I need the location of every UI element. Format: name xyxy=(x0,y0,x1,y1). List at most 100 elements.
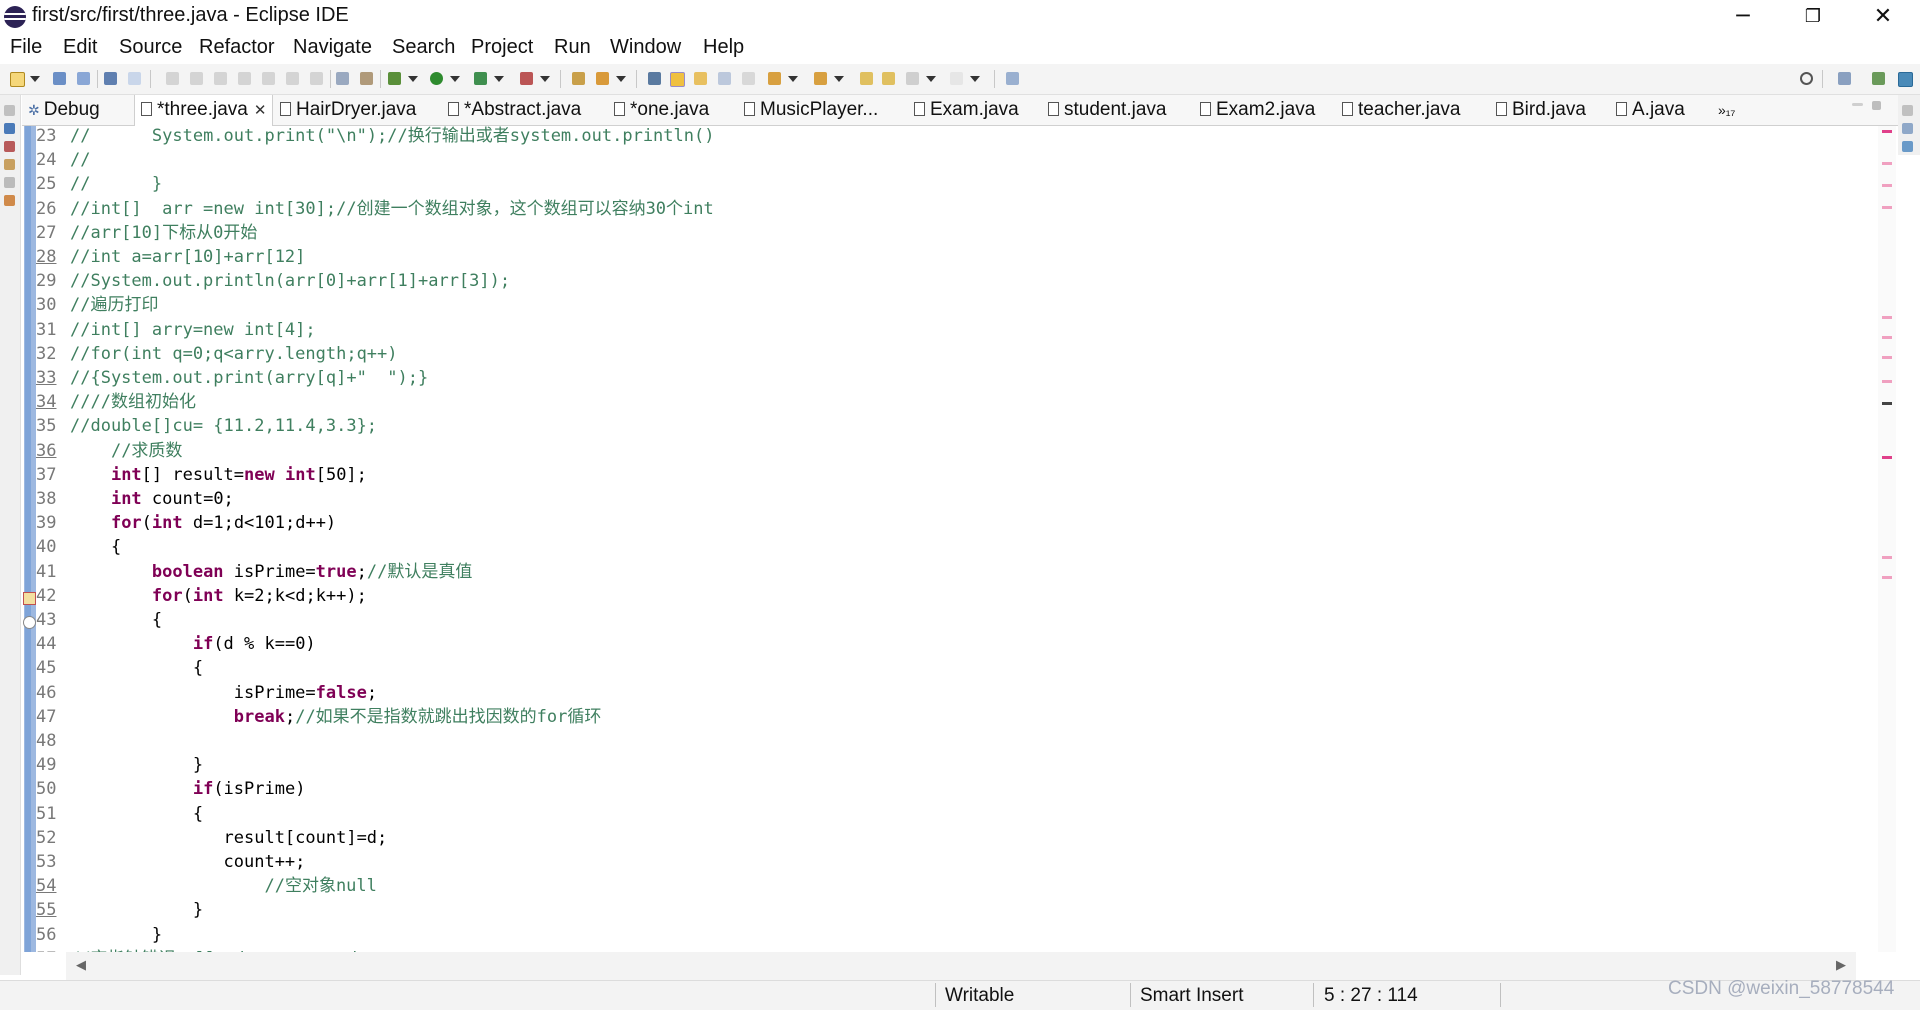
code-line[interactable]: // } xyxy=(70,172,162,196)
menu-file[interactable]: File xyxy=(10,36,42,59)
previous-annotation-dropdown-icon[interactable] xyxy=(834,76,844,82)
package-explorer-icon[interactable] xyxy=(4,123,15,134)
tab-exam-java[interactable]: Exam.java xyxy=(914,95,1019,125)
tab-bird-java[interactable]: Bird.java xyxy=(1496,95,1586,125)
code-line[interactable]: // System.out.print("\n");//换行输出或者system… xyxy=(70,126,714,148)
expressions-icon[interactable] xyxy=(1902,123,1913,134)
overview-marker[interactable] xyxy=(1882,206,1892,209)
terminate-icon[interactable] xyxy=(214,72,227,85)
tab-exam2-java[interactable]: Exam2.java xyxy=(1200,95,1315,125)
previous-annotation-icon[interactable] xyxy=(814,72,827,85)
tab-a-java[interactable]: A.java xyxy=(1616,95,1685,125)
forward-dropdown-icon[interactable] xyxy=(970,76,980,82)
code-line[interactable]: //空对象null xyxy=(70,874,376,898)
menu-navigate[interactable]: Navigate xyxy=(293,36,372,59)
external-tools-dropdown-icon[interactable] xyxy=(540,76,550,82)
next-annotation-icon[interactable] xyxy=(768,72,781,85)
block-selection-icon[interactable] xyxy=(718,72,731,85)
suspend-icon[interactable] xyxy=(190,72,203,85)
breakpoints-icon[interactable] xyxy=(4,141,15,152)
menu-refactor[interactable]: Refactor xyxy=(199,36,275,59)
pin-editor-icon[interactable] xyxy=(1006,72,1019,85)
code-line[interactable]: int[] result=new int[50]; xyxy=(70,463,367,487)
skip-breakpoints-icon[interactable] xyxy=(128,72,141,85)
new-dropdown-icon[interactable] xyxy=(30,76,40,82)
forward-icon[interactable] xyxy=(950,72,963,85)
back-dropdown-icon[interactable] xyxy=(926,76,936,82)
code-line[interactable]: int count=0; xyxy=(70,487,234,511)
code-line[interactable]: count++; xyxy=(70,850,306,874)
code-line[interactable]: for(int k=2;k<d;k++); xyxy=(70,584,367,608)
code-line[interactable]: //int[] arr =new int[30];//创建一个数组对象，这个数组… xyxy=(70,197,714,221)
tab-hairdryer-java[interactable]: HairDryer.java xyxy=(280,95,416,125)
code-line[interactable]: } xyxy=(70,753,203,777)
back-icon[interactable] xyxy=(882,72,895,85)
overview-marker[interactable] xyxy=(1882,576,1892,579)
search-dropdown-icon[interactable] xyxy=(616,76,626,82)
code-line[interactable]: //for(int q=0;q<arry.length;q++) xyxy=(70,342,398,366)
step-into-icon[interactable] xyxy=(262,72,275,85)
new-icon[interactable] xyxy=(10,72,25,87)
menu-search[interactable]: Search xyxy=(392,36,455,59)
overview-error-marker[interactable] xyxy=(1882,456,1892,459)
code-line[interactable]: //arr[10]下标从0开始 xyxy=(70,221,257,245)
tab-student-java[interactable]: student.java xyxy=(1048,95,1166,125)
java-perspective-icon[interactable] xyxy=(1872,72,1885,85)
run-icon[interactable] xyxy=(430,72,443,85)
cursor-position-status[interactable]: 5 : 27 : 114 xyxy=(1324,982,1418,1009)
open-perspective-icon[interactable] xyxy=(1838,72,1851,85)
insert-mode-status[interactable]: Smart Insert xyxy=(1140,982,1243,1009)
code-line[interactable]: result[count]=d; xyxy=(70,826,388,850)
overview-error-marker[interactable] xyxy=(1882,130,1892,133)
code-line[interactable]: if(d % k==0) xyxy=(70,632,316,656)
disconnect-icon[interactable] xyxy=(238,72,251,85)
use-step-filters-icon[interactable] xyxy=(360,72,373,85)
code-line[interactable]: ////数组初始化 xyxy=(70,390,196,414)
debug-run-icon[interactable] xyxy=(388,72,401,85)
next-annotation-dropdown-icon[interactable] xyxy=(788,76,798,82)
word-wrap-icon[interactable] xyxy=(694,72,707,85)
code-line[interactable]: } xyxy=(70,923,162,947)
overview-marker[interactable] xyxy=(1882,556,1892,559)
code-editor[interactable]: 23 24 25 26 27 28 29 30 31 32 33 34 35 36 37 38 39 40 41 42… xyxy=(22,126,1896,952)
code-line[interactable]: { xyxy=(70,608,162,632)
code-line[interactable]: // xyxy=(70,148,90,172)
code-line[interactable]: boolean isPrime=true;//默认是真值 xyxy=(70,560,472,584)
code-line[interactable]: //int a=arr[10]+arr[12] xyxy=(70,245,305,269)
run-dropdown-icon[interactable] xyxy=(450,76,460,82)
tab-abstract-java[interactable]: *Abstract.java xyxy=(448,95,581,125)
overview-ruler[interactable] xyxy=(1878,126,1896,952)
save-all-icon[interactable] xyxy=(77,72,90,85)
code-line[interactable]: for(int d=1;d<101;d++) xyxy=(70,511,336,535)
tab-three-java[interactable]: *three.java ✕ xyxy=(134,95,274,126)
open-console-icon[interactable] xyxy=(336,72,349,85)
overview-marker[interactable] xyxy=(1882,184,1892,187)
search-tool-icon[interactable] xyxy=(596,72,609,85)
minimize-editor-icon[interactable] xyxy=(1852,103,1863,106)
toggle-breadcrumb-icon[interactable] xyxy=(648,72,661,85)
overview-marker[interactable] xyxy=(1882,356,1892,359)
scroll-right-icon[interactable]: ▶ xyxy=(1836,958,1846,973)
code-line[interactable]: //int[] arry=new int[4]; xyxy=(70,318,316,342)
code-line[interactable]: { xyxy=(70,656,203,680)
code-line[interactable]: //遍历打印 xyxy=(70,293,158,317)
overview-marker[interactable] xyxy=(1882,162,1892,165)
tab-one-java[interactable]: *one.java xyxy=(614,95,709,125)
menu-edit[interactable]: Edit xyxy=(63,36,97,59)
debug-dropdown-icon[interactable] xyxy=(408,76,418,82)
print-icon[interactable] xyxy=(104,72,117,85)
last-edit-location-icon[interactable] xyxy=(860,72,873,85)
tab-teacher-java[interactable]: teacher.java xyxy=(1342,95,1460,125)
code-line[interactable]: //{System.out.print(arry[q]+" ");} xyxy=(70,366,428,390)
code-line[interactable]: { xyxy=(70,802,203,826)
menu-run[interactable]: Run xyxy=(554,36,591,59)
code-line[interactable]: //double[]cu= {11.2,11.4,3.3}; xyxy=(70,414,377,438)
save-icon[interactable] xyxy=(53,72,66,85)
overview-marker[interactable] xyxy=(1882,380,1892,383)
overview-warning-marker[interactable] xyxy=(1882,402,1892,405)
code-line[interactable]: } xyxy=(70,898,203,922)
step-return-icon[interactable] xyxy=(310,72,323,85)
external-tools-icon[interactable] xyxy=(520,72,533,85)
show-whitespace-icon[interactable] xyxy=(742,72,755,85)
back-history-icon[interactable] xyxy=(906,72,919,85)
